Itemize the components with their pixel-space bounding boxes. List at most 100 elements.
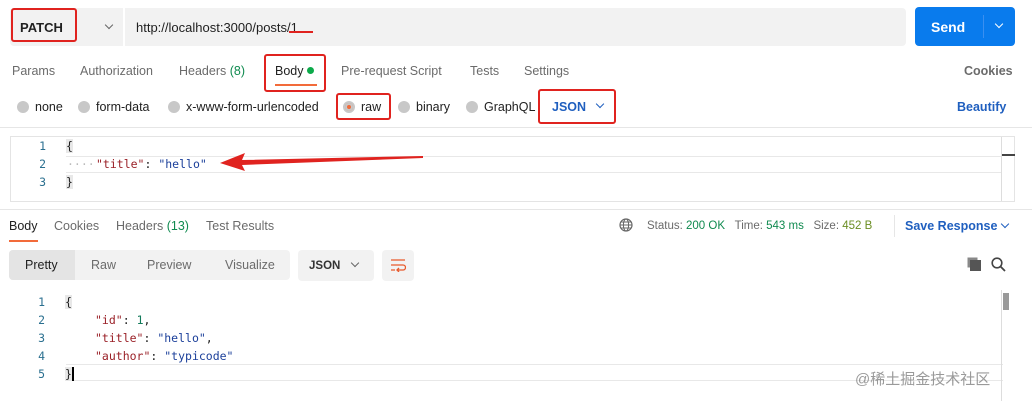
tab-pre-request-script[interactable]: Pre-request Script <box>341 64 442 78</box>
scrollbar[interactable] <box>1001 137 1002 201</box>
divider <box>0 127 1032 128</box>
chevron-down-icon[interactable] <box>1000 219 1010 229</box>
status-value: 200 OK <box>686 220 726 232</box>
line-number: 5 <box>38 367 45 381</box>
json-key: "title" <box>95 331 144 345</box>
json-value: "hello" <box>158 157 207 171</box>
tab-authorization[interactable]: Authorization <box>80 64 153 78</box>
response-status: Status: 200 OK Time: 543 ms Size: 452 B <box>647 220 872 232</box>
response-format-select[interactable]: JSON <box>298 250 374 281</box>
url-text: http://localhost:3000/posts/1 <box>136 20 298 35</box>
wrap-lines-icon <box>391 259 406 272</box>
divider <box>894 215 895 237</box>
annotation-box-json <box>538 89 616 124</box>
json-key: "id" <box>95 313 123 327</box>
radio-icon <box>168 101 180 113</box>
radio-label: none <box>35 100 63 114</box>
brace: { <box>65 295 72 309</box>
save-response-button[interactable]: Save Response <box>905 219 997 233</box>
radio-icon <box>17 101 29 113</box>
line-number: 2 <box>38 313 45 327</box>
send-divider <box>983 15 984 38</box>
radio-icon <box>78 101 90 113</box>
response-format-label: JSON <box>309 260 341 272</box>
json-value: 1 <box>136 313 144 327</box>
radio-x-www-form-urlencoded[interactable]: x-www-form-urlencoded <box>168 100 319 114</box>
line-number: 4 <box>38 349 45 363</box>
indent-dots: ···· <box>67 157 95 171</box>
tab-tests[interactable]: Tests <box>470 64 499 78</box>
headers-count: (13) <box>166 219 189 233</box>
annotation-box-method <box>11 8 77 42</box>
line-number: 1 <box>38 295 45 309</box>
wrap-lines-button[interactable] <box>382 250 414 281</box>
cookies-link[interactable]: Cookies <box>964 64 1013 78</box>
annotation-box-raw <box>336 93 391 120</box>
headers-count: (8) <box>229 64 246 78</box>
tab-params[interactable]: Params <box>12 64 55 78</box>
size-label: Size: <box>813 220 840 232</box>
radio-icon <box>466 101 478 113</box>
brace: { <box>66 139 73 153</box>
annotation-arrow-icon <box>220 153 423 171</box>
json-key: "title" <box>96 157 145 171</box>
chevron-down-icon[interactable] <box>994 19 1004 29</box>
scrollbar[interactable] <box>1001 290 1002 401</box>
view-mode-preview[interactable]: Preview <box>147 258 191 272</box>
time-value[interactable]: 543 ms <box>766 220 804 232</box>
response-tab-body[interactable]: Body <box>9 219 38 233</box>
view-mode-raw[interactable]: Raw <box>91 258 116 272</box>
send-button[interactable]: Send <box>915 7 1015 46</box>
code-line: "title": "hello" <box>96 157 207 171</box>
radio-form-data[interactable]: form-data <box>78 100 150 114</box>
radio-binary[interactable]: binary <box>398 100 450 114</box>
line-number: 3 <box>38 331 45 345</box>
radio-label: binary <box>416 100 451 114</box>
radio-graphql[interactable]: GraphQL <box>466 100 535 114</box>
annotation-underline <box>289 31 313 33</box>
response-tab-headers[interactable]: Headers (13) <box>116 219 189 233</box>
radio-label: GraphQL <box>484 100 536 114</box>
search-icon[interactable] <box>991 257 1006 272</box>
time-label: Time: <box>734 220 763 232</box>
chevron-down-icon <box>350 258 360 268</box>
active-tab-underline <box>9 240 38 242</box>
brace: } <box>65 367 74 381</box>
radio-none[interactable]: none <box>17 100 63 114</box>
globe-icon[interactable] <box>619 218 633 232</box>
radio-label: form-data <box>96 100 150 114</box>
view-mode-pretty[interactable]: Pretty <box>25 258 58 272</box>
line-number: 2 <box>39 157 46 171</box>
divider <box>0 209 1032 210</box>
view-mode-tabs: Pretty Raw Preview Visualize <box>9 250 290 280</box>
tab-settings[interactable]: Settings <box>524 64 569 78</box>
radio-label: x-www-form-urlencoded <box>186 100 319 114</box>
scrollbar-thumb[interactable] <box>1002 154 1015 156</box>
radio-icon <box>398 101 410 113</box>
tab-headers[interactable]: Headers (8) <box>179 64 245 78</box>
line-number: 3 <box>39 175 46 189</box>
scrollbar-thumb[interactable] <box>1003 293 1009 310</box>
brace: } <box>66 175 73 189</box>
size-value[interactable]: 452 B <box>842 220 872 232</box>
tab-label: Headers <box>116 219 164 233</box>
chevron-down-icon <box>104 20 114 30</box>
code-line: "title": "hello", <box>95 331 213 345</box>
url-input[interactable]: http://localhost:3000/posts/1 <box>125 8 906 46</box>
view-mode-visualize[interactable]: Visualize <box>225 258 275 272</box>
beautify-link[interactable]: Beautify <box>957 100 1006 114</box>
status-label: Status: <box>647 220 683 232</box>
json-value: "typicode" <box>164 349 234 363</box>
json-key: "author" <box>95 349 151 363</box>
json-value: "hello" <box>157 331 206 345</box>
tab-label: Headers <box>179 64 227 78</box>
code-line: "author": "typicode" <box>95 349 234 363</box>
copy-icon[interactable] <box>967 257 982 272</box>
response-tab-test-results[interactable]: Test Results <box>206 219 274 233</box>
watermark: @稀土掘金技术社区 <box>855 371 991 388</box>
code-line: "id": 1, <box>95 313 151 327</box>
send-label: Send <box>931 19 966 35</box>
line-number: 1 <box>39 139 46 153</box>
annotation-box-body <box>264 54 326 92</box>
response-tab-cookies[interactable]: Cookies <box>54 219 99 233</box>
